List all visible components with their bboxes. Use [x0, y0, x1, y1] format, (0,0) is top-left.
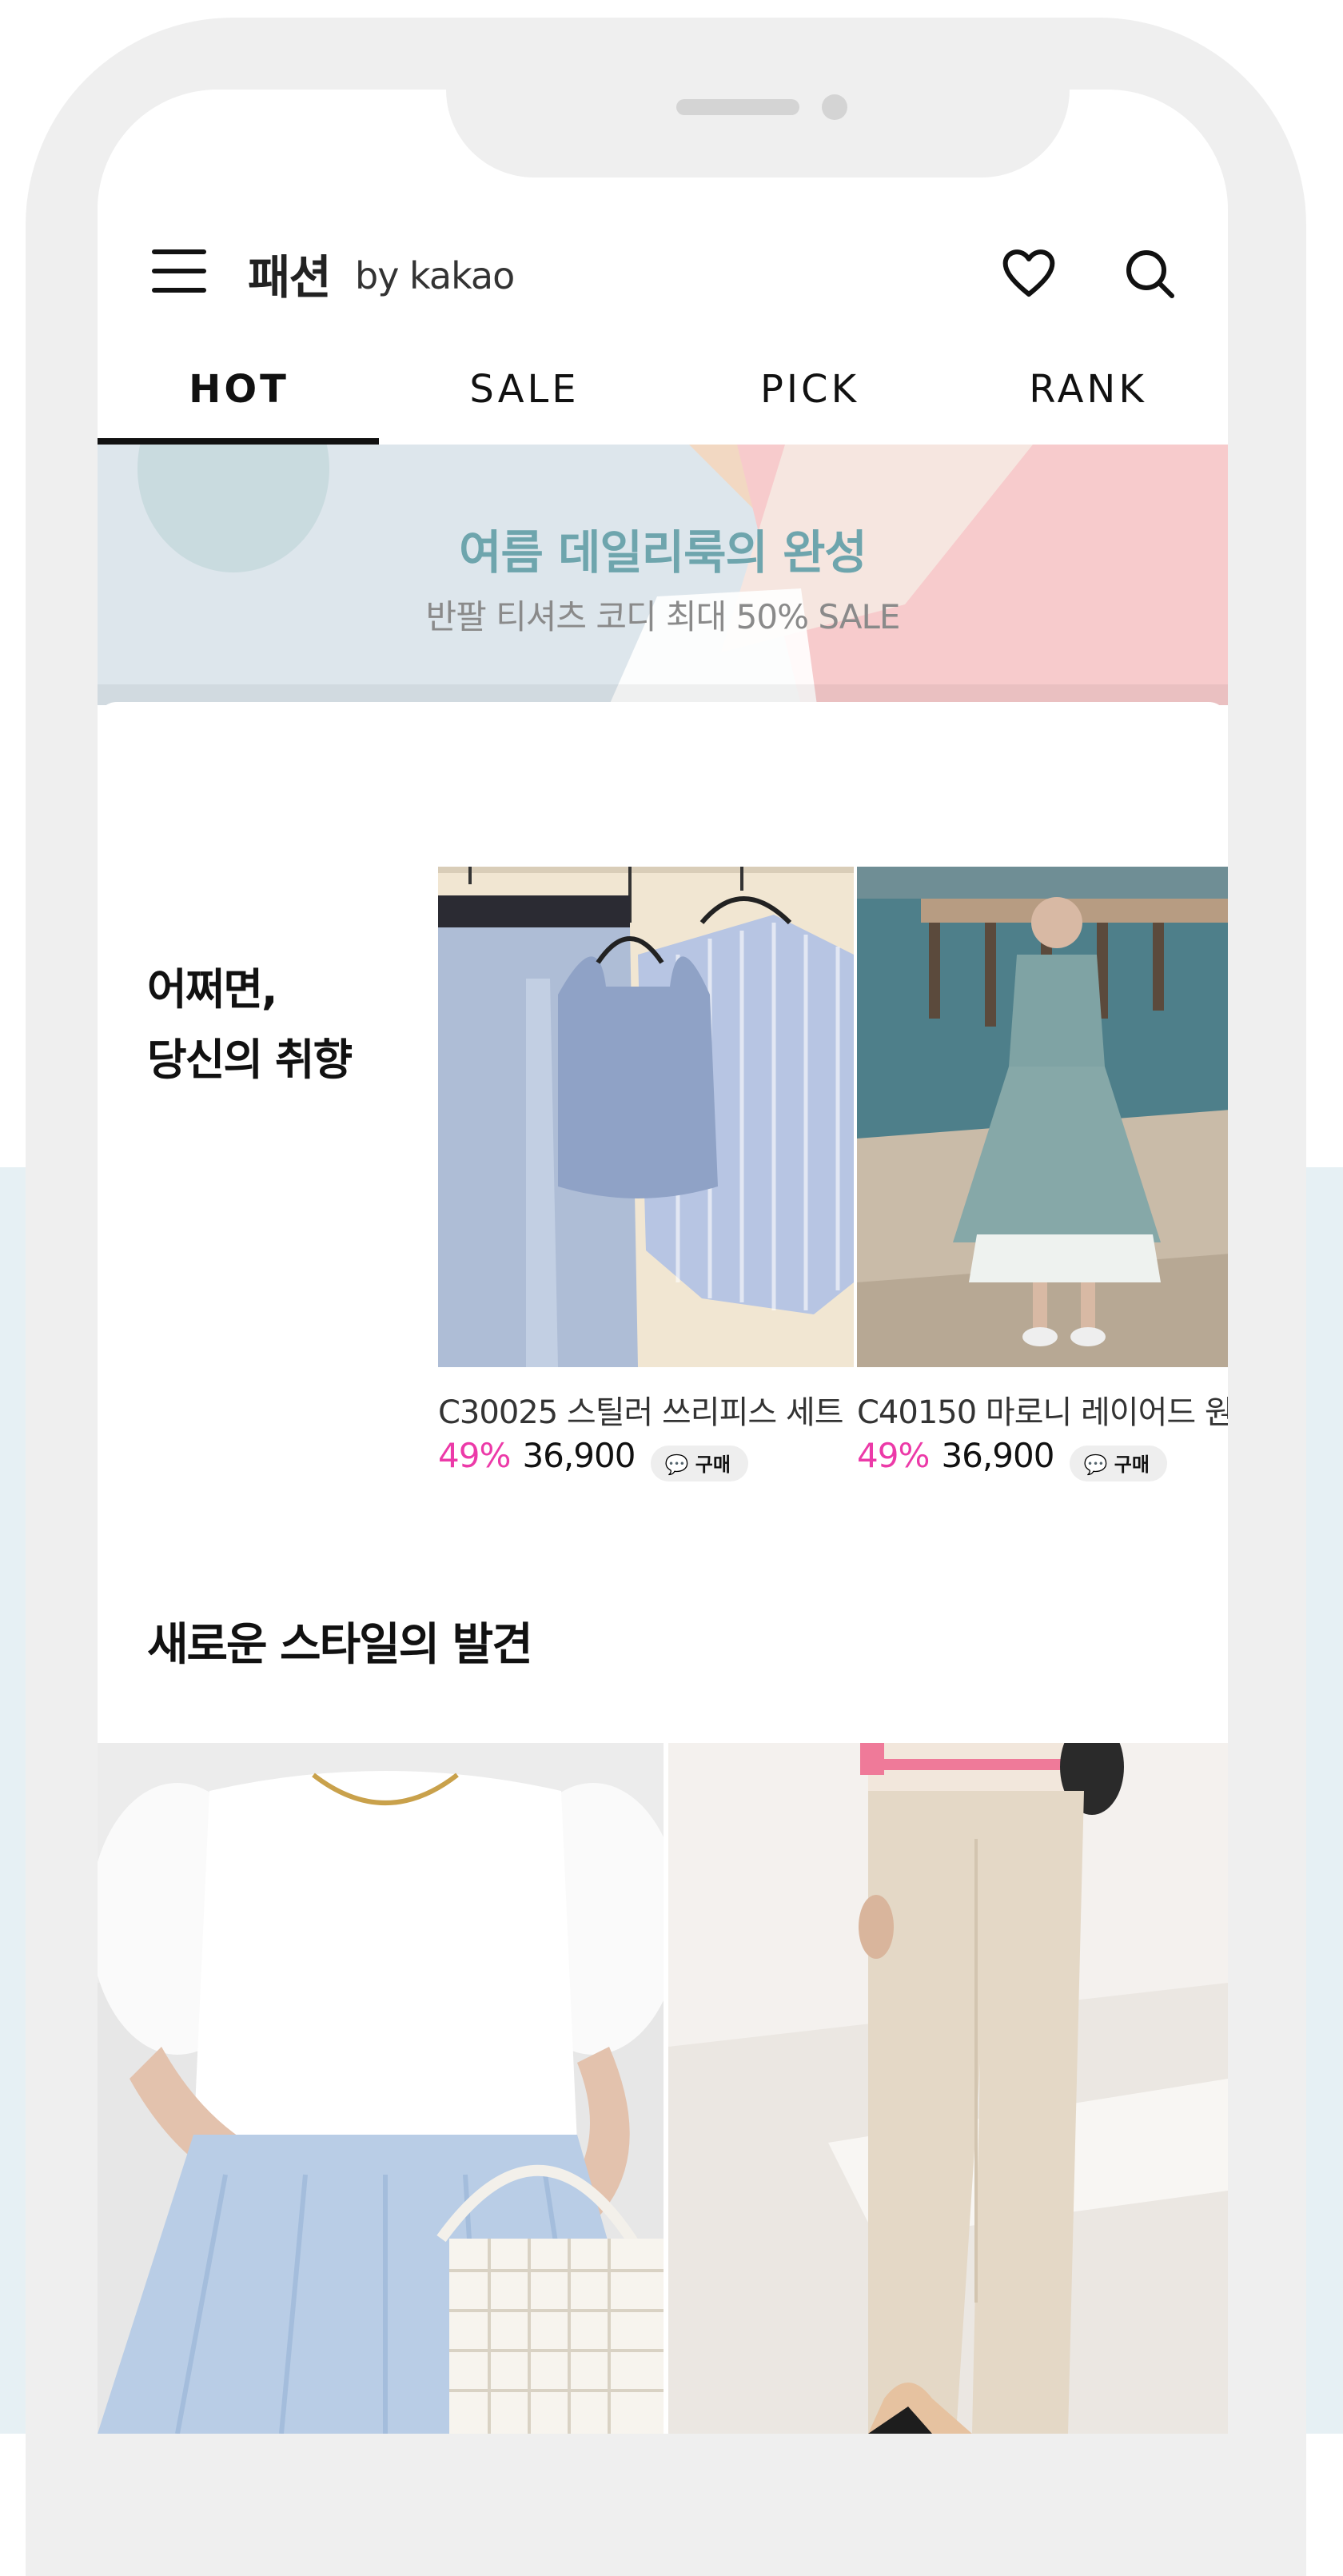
style-photo[interactable]: [668, 1743, 1228, 2434]
chat-bubble-icon: 💬: [664, 1453, 689, 1476]
tab-hot[interactable]: HOT: [98, 353, 381, 441]
chat-bubble-icon: 💬: [1083, 1453, 1108, 1476]
buy-label: 구매: [695, 1453, 731, 1476]
tab-pick[interactable]: PICK: [668, 353, 951, 441]
discount-rate: 49%: [857, 1436, 930, 1475]
style-photo[interactable]: [98, 1743, 664, 2434]
product-image[interactable]: [857, 867, 1228, 1367]
buy-button[interactable]: 💬 구매: [1069, 1446, 1167, 1481]
tab-rank[interactable]: RANK: [946, 353, 1228, 441]
product-price: 36,900: [941, 1436, 1054, 1475]
tab-sale[interactable]: SALE: [383, 353, 666, 441]
phone-notch: [446, 90, 1070, 177]
section-title-new-style: 새로운 스타일의 발견: [147, 1619, 533, 1671]
search-icon[interactable]: [1122, 246, 1178, 302]
discount-rate: 49%: [438, 1436, 511, 1475]
active-tab-indicator: [98, 438, 379, 445]
hamburger-menu-icon[interactable]: [152, 249, 206, 294]
product-name[interactable]: C30025 스틸러 쓰리피스 세트: [438, 1386, 886, 1433]
speaker-grille: [676, 99, 799, 115]
promo-banner[interactable]: 여름 데일리룩의 완성 반팔 티셔츠 코디 최대 50% SALE: [98, 445, 1228, 705]
section-title-taste: 어쩌면, 당신의 취향: [147, 964, 353, 1085]
buy-button[interactable]: 💬 구매: [650, 1446, 748, 1481]
app-logo[interactable]: 패션: [248, 240, 332, 307]
app-logo-subtitle: by kakao: [355, 254, 515, 297]
front-camera: [822, 94, 847, 120]
category-tabs: HOT SALE PICK RANK: [98, 353, 1228, 441]
heart-icon[interactable]: [1001, 246, 1057, 299]
product-name[interactable]: C40150 마로니 레이어드 원피스: [857, 1386, 1228, 1433]
banner-title: 여름 데일리룩의 완성: [459, 525, 867, 580]
product-price: 36,900: [522, 1436, 636, 1475]
phone-screen: 패션 by kakao HOT SALE PICK RANK 여름 데일리룩의 …: [98, 90, 1228, 2434]
product-price-row: 49% 36,900 💬 구매: [857, 1436, 1167, 1481]
product-price-row: 49% 36,900 💬 구매: [438, 1436, 748, 1481]
buy-label: 구매: [1114, 1453, 1150, 1476]
banner-subtitle: 반팔 티셔츠 코디 최대 50% SALE: [425, 597, 901, 636]
product-image[interactable]: [438, 867, 854, 1367]
